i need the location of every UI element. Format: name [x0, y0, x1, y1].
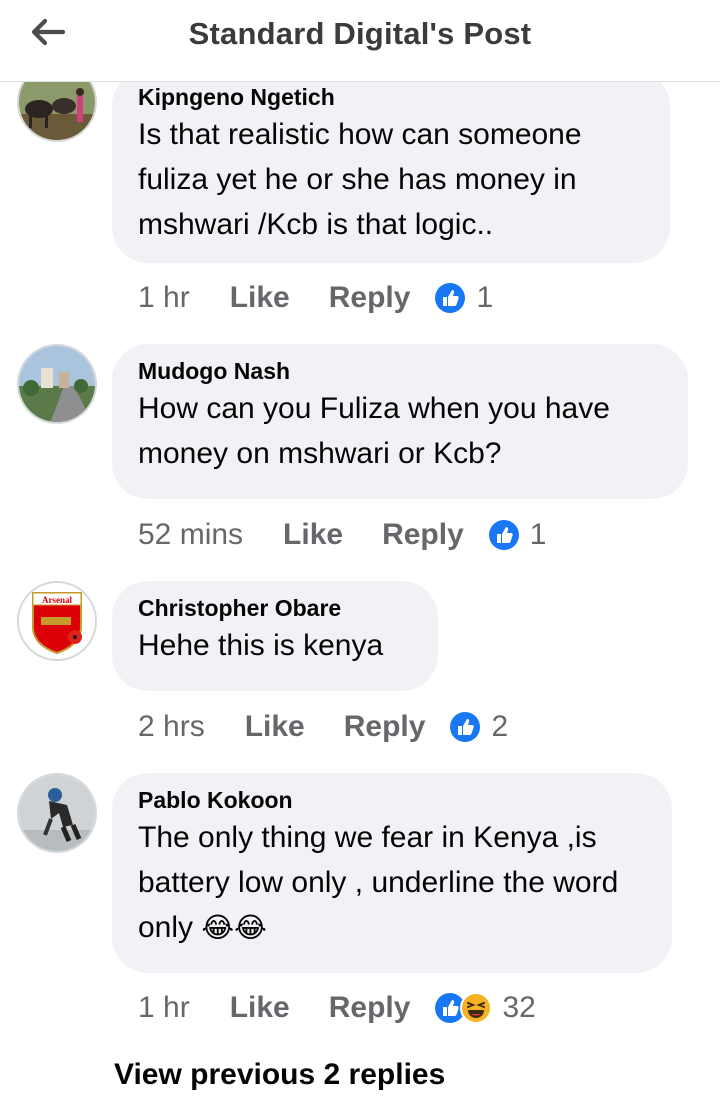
comment-time[interactable]: 2 hrs — [138, 710, 205, 744]
view-previous-replies-link[interactable]: View previous 2 replies — [114, 1058, 445, 1092]
like-button[interactable]: Like — [230, 991, 290, 1025]
like-reaction-icon — [488, 520, 519, 550]
arsenal-crest-avatar-icon: Arsenal — [19, 583, 95, 659]
reply-button[interactable]: Reply — [329, 281, 411, 315]
comment-bubble[interactable]: Mudogo Nash How can you Fuliza when you … — [112, 344, 688, 499]
reaction-count: 1 — [476, 281, 494, 314]
reactions[interactable]: 2 — [449, 710, 508, 744]
like-reaction-icon — [450, 712, 481, 742]
avatar[interactable] — [17, 344, 97, 424]
avatar[interactable] — [17, 773, 97, 853]
person-crouching-avatar-icon — [19, 775, 95, 851]
haha-reaction-icon — [460, 992, 493, 1024]
like-button[interactable]: Like — [230, 281, 290, 315]
reply-button[interactable]: Reply — [344, 710, 426, 744]
comment-time[interactable]: 1 hr — [138, 281, 190, 315]
like-button[interactable]: Like — [245, 710, 305, 744]
reply-button[interactable]: Reply — [329, 991, 411, 1025]
reaction-count: 32 — [502, 991, 536, 1024]
comment-bubble[interactable]: Christopher Obare Hehe this is kenya — [112, 581, 438, 691]
like-reaction-icon — [435, 283, 466, 313]
city-road-photo-avatar-icon — [19, 346, 95, 422]
comment-text: The only thing we fear in Kenya ,is batt… — [138, 821, 619, 944]
page-title: Standard Digital's Post — [188, 16, 532, 51]
reactions[interactable]: 1 — [434, 281, 493, 315]
app-header: Standard Digital's Post — [0, 0, 720, 82]
reply-button[interactable]: Reply — [382, 518, 464, 552]
avatar[interactable]: Arsenal — [17, 581, 97, 661]
comment-text: Hehe this is kenya — [138, 629, 384, 662]
svg-text:Arsenal: Arsenal — [42, 595, 72, 605]
comment-time[interactable]: 52 mins — [138, 518, 243, 552]
comment-bubble[interactable]: Pablo Kokoon The only thing we fear in K… — [112, 773, 672, 973]
laughing-emoji-icon: 😂😂 — [201, 912, 267, 943]
comment-bubble[interactable]: Kipngeno Ngetich Is that realistic how c… — [112, 70, 670, 263]
comment-author[interactable]: Pablo Kokoon — [138, 785, 646, 815]
comment-time[interactable]: 1 hr — [138, 991, 190, 1025]
comment-author[interactable]: Kipngeno Ngetich — [138, 82, 644, 112]
comment-actions: 2 hrs Like Reply 2 — [138, 707, 508, 747]
comment-text: How can you Fuliza when you have money o… — [138, 392, 610, 470]
reaction-count: 1 — [529, 518, 547, 551]
reactions[interactable]: 32 — [434, 991, 536, 1025]
comment-actions: 1 hr Like Reply 32 — [138, 988, 536, 1028]
comment-text: Is that realistic how can someone fuliza… — [138, 118, 582, 241]
comment-author[interactable]: Christopher Obare — [138, 593, 412, 623]
reaction-count: 2 — [491, 710, 509, 743]
reactions[interactable]: 1 — [488, 518, 547, 552]
comment-actions: 1 hr Like Reply 1 — [138, 278, 493, 318]
like-button[interactable]: Like — [283, 518, 343, 552]
comment-actions: 52 mins Like Reply 1 — [138, 515, 546, 555]
comment-author[interactable]: Mudogo Nash — [138, 356, 662, 386]
